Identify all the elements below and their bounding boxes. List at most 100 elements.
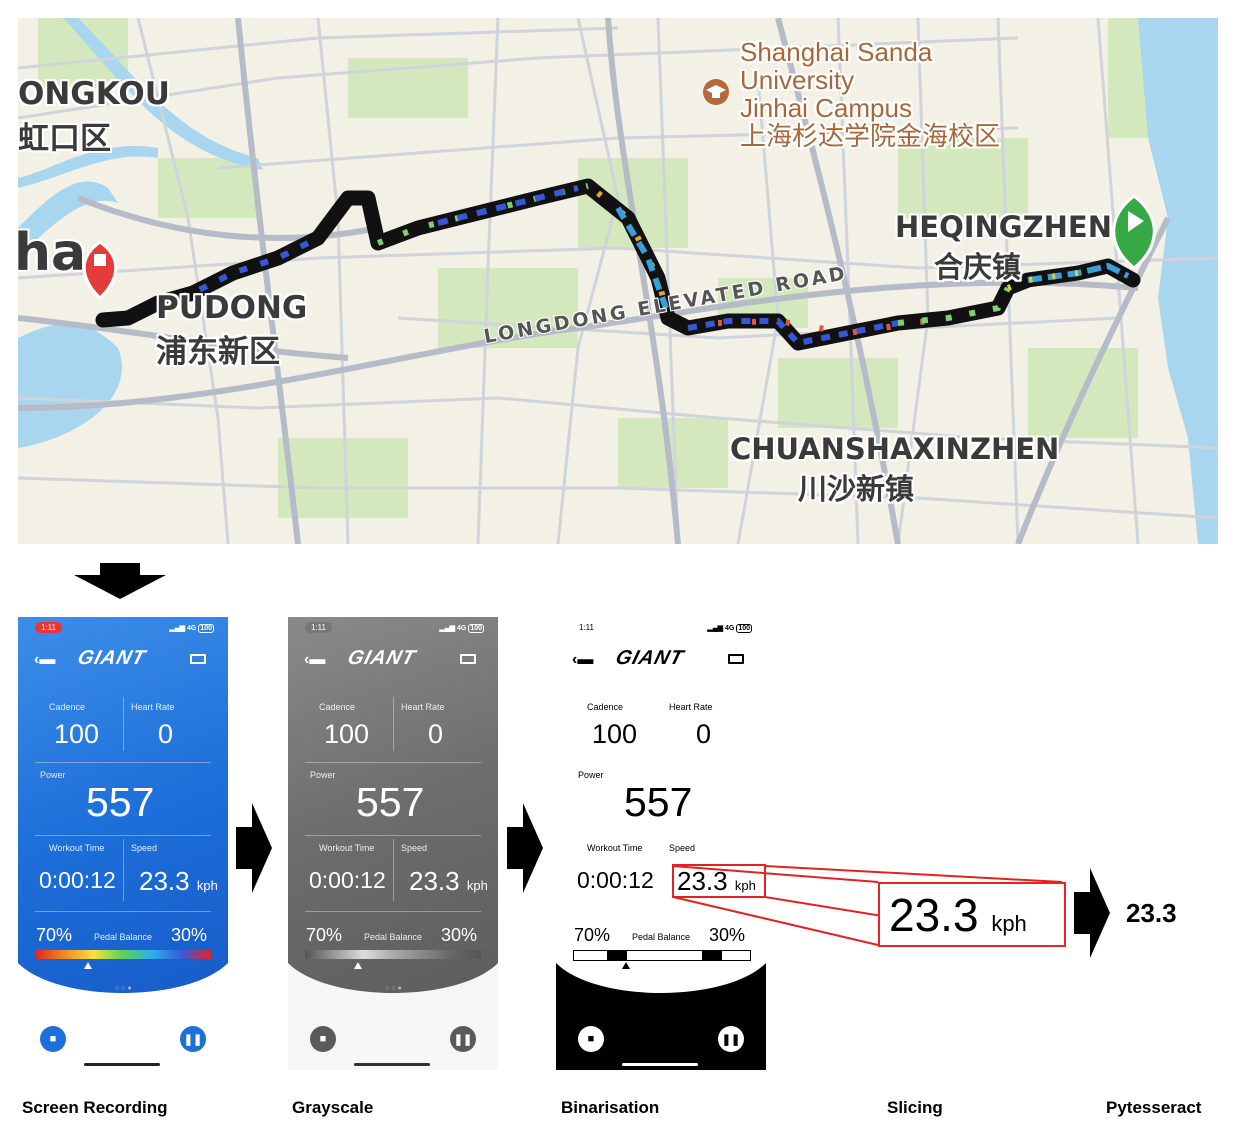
page-dots: ○○● — [385, 985, 404, 992]
cadence-value: 100 — [54, 719, 100, 749]
cadence-label: Cadence — [49, 702, 86, 712]
home-indicator — [622, 1063, 698, 1066]
bottom-panel — [556, 963, 766, 1070]
map-label-pudong-zh: 浦东新区 — [156, 334, 280, 370]
pedal-balance-label: Pedal Balance — [632, 932, 691, 942]
divider — [123, 839, 124, 901]
divider — [661, 839, 662, 901]
giant-logo: GIANT — [345, 647, 419, 669]
pedal-balance-label: Pedal Balance — [94, 932, 153, 942]
stop-icon: ■ — [587, 1033, 595, 1045]
map-label-heqingzhen-en: HEQINGZHEN — [895, 210, 1112, 244]
pedal-balance-bar — [573, 950, 751, 961]
battery-label: 100 — [198, 624, 214, 633]
heart-rate-label: Heart Rate — [669, 702, 713, 712]
speed-number: 23.3 — [139, 866, 190, 896]
stop-button[interactable]: ■ — [40, 1026, 66, 1052]
signal-icon: ▂▄▆ — [169, 625, 186, 632]
speed-value: 23.3 kph — [409, 866, 488, 897]
giant-logo: GIANT — [613, 647, 687, 669]
workout-time-label: Workout Time — [587, 843, 643, 853]
home-indicator — [84, 1063, 160, 1066]
status-time: 1:11 — [579, 623, 594, 632]
status-bar: ▂▄▆ 4G 100 — [439, 624, 484, 633]
speed-value: 23.3 kph — [139, 866, 218, 897]
pause-button[interactable]: ❚❚ — [450, 1026, 476, 1052]
left-balance-pct: 70% — [306, 925, 343, 945]
network-label: 4G — [457, 625, 467, 632]
status-time: 1:11 — [305, 622, 332, 633]
pause-button[interactable]: ❚❚ — [180, 1026, 206, 1052]
heart-rate-label: Heart Rate — [401, 702, 445, 712]
signal-icon: ▂▄▆ — [707, 625, 724, 632]
divider — [393, 697, 394, 751]
left-balance-pct: 70% — [574, 925, 611, 945]
pause-icon: ❚❚ — [453, 1033, 473, 1046]
page-dots: ○○● — [115, 985, 134, 992]
heart-rate-value: 0 — [696, 719, 712, 749]
cadence-label: Cadence — [319, 702, 356, 712]
phone-screen-gray: 1:11 ▂▄▆ 4G 100 ‹▬ GIANT Cadence Heart R… — [288, 617, 498, 1070]
page-dots: ○○● — [653, 985, 672, 992]
divider — [661, 697, 662, 751]
caption-binarisation: Binarisation — [561, 1098, 660, 1117]
stop-button[interactable]: ■ — [310, 1026, 336, 1052]
slice-zoom-box: 23.3 kph — [878, 882, 1066, 947]
heart-rate-label: Heart Rate — [131, 702, 175, 712]
stop-icon: ■ — [319, 1033, 327, 1045]
map-label-hongkou-en: ONGKOU — [18, 76, 170, 112]
map-label-hongkou-zh: 虹口区 — [18, 121, 111, 157]
caption-pytesseract: Pytesseract — [1106, 1098, 1202, 1117]
speed-label: Speed — [401, 843, 428, 853]
pause-button[interactable]: ❚❚ — [718, 1026, 744, 1052]
speed-unit: kph — [734, 878, 756, 893]
map-label-chuansha-en: CHUANSHAXINZHEN — [730, 432, 1060, 466]
bottom-panel — [288, 963, 498, 1070]
heart-rate-value: 0 — [158, 719, 174, 749]
speed-unit: kph — [196, 878, 218, 893]
speed-number: 23.3 — [677, 866, 728, 896]
right-balance-pct: 30% — [441, 925, 478, 945]
power-label: Power — [310, 770, 336, 780]
stop-icon: ■ — [49, 1033, 57, 1045]
university-line-1: Shanghai Sanda — [740, 37, 933, 67]
workout-time-label: Workout Time — [49, 843, 105, 853]
pause-icon: ❚❚ — [721, 1033, 741, 1046]
power-label: Power — [578, 770, 604, 780]
university-line-3: Jinhai Campus — [740, 93, 912, 123]
back-icon[interactable]: ‹▬ — [572, 651, 593, 669]
divider — [573, 762, 749, 763]
cadence-label: Cadence — [587, 702, 624, 712]
map-label-heqingzhen-zh: 合庆镇 — [934, 250, 1022, 284]
device-battery-icon — [728, 654, 744, 664]
pedal-balance-bar — [35, 950, 211, 959]
device-battery-icon — [190, 654, 206, 664]
back-icon[interactable]: ‹▬ — [304, 651, 325, 669]
back-icon[interactable]: ‹▬ — [34, 651, 55, 669]
slice-value: 23.3 — [889, 889, 979, 941]
divider — [393, 839, 394, 901]
right-arrow-icon — [507, 803, 543, 893]
divider — [123, 697, 124, 751]
phone-screen-color: 1:11 ▂▄▆ 4G 100 ‹▬ GIANT Cadence Heart R… — [18, 617, 228, 1070]
right-balance-pct: 30% — [171, 925, 208, 945]
phone-screen-binary: 1:11 ▂▄▆ 4G 100 ‹▬ GIANT Cadence Heart R… — [556, 617, 766, 1070]
network-label: 4G — [187, 625, 197, 632]
speed-label: Speed — [669, 843, 696, 853]
cadence-value: 100 — [592, 719, 638, 749]
divider — [305, 762, 481, 763]
divider — [305, 911, 481, 912]
battery-label: 100 — [736, 624, 752, 633]
route-map: ONGKOU 虹口区 ha PUDONG 浦东新区 Shanghai Sanda… — [18, 18, 1218, 544]
divider — [35, 911, 211, 912]
divider — [573, 835, 749, 836]
signal-icon: ▂▄▆ — [439, 625, 456, 632]
pedal-balance-label: Pedal Balance — [364, 932, 423, 942]
caption-slicing: Slicing — [887, 1098, 943, 1117]
power-value: 557 — [86, 779, 155, 825]
workout-time-value: 0:00:12 — [39, 867, 116, 893]
university-zh: 上海杉达学院金海校区 — [740, 121, 1001, 151]
heart-rate-value: 0 — [428, 719, 444, 749]
map-label-pudong-en: PUDONG — [156, 290, 308, 326]
stop-button[interactable]: ■ — [578, 1026, 604, 1052]
